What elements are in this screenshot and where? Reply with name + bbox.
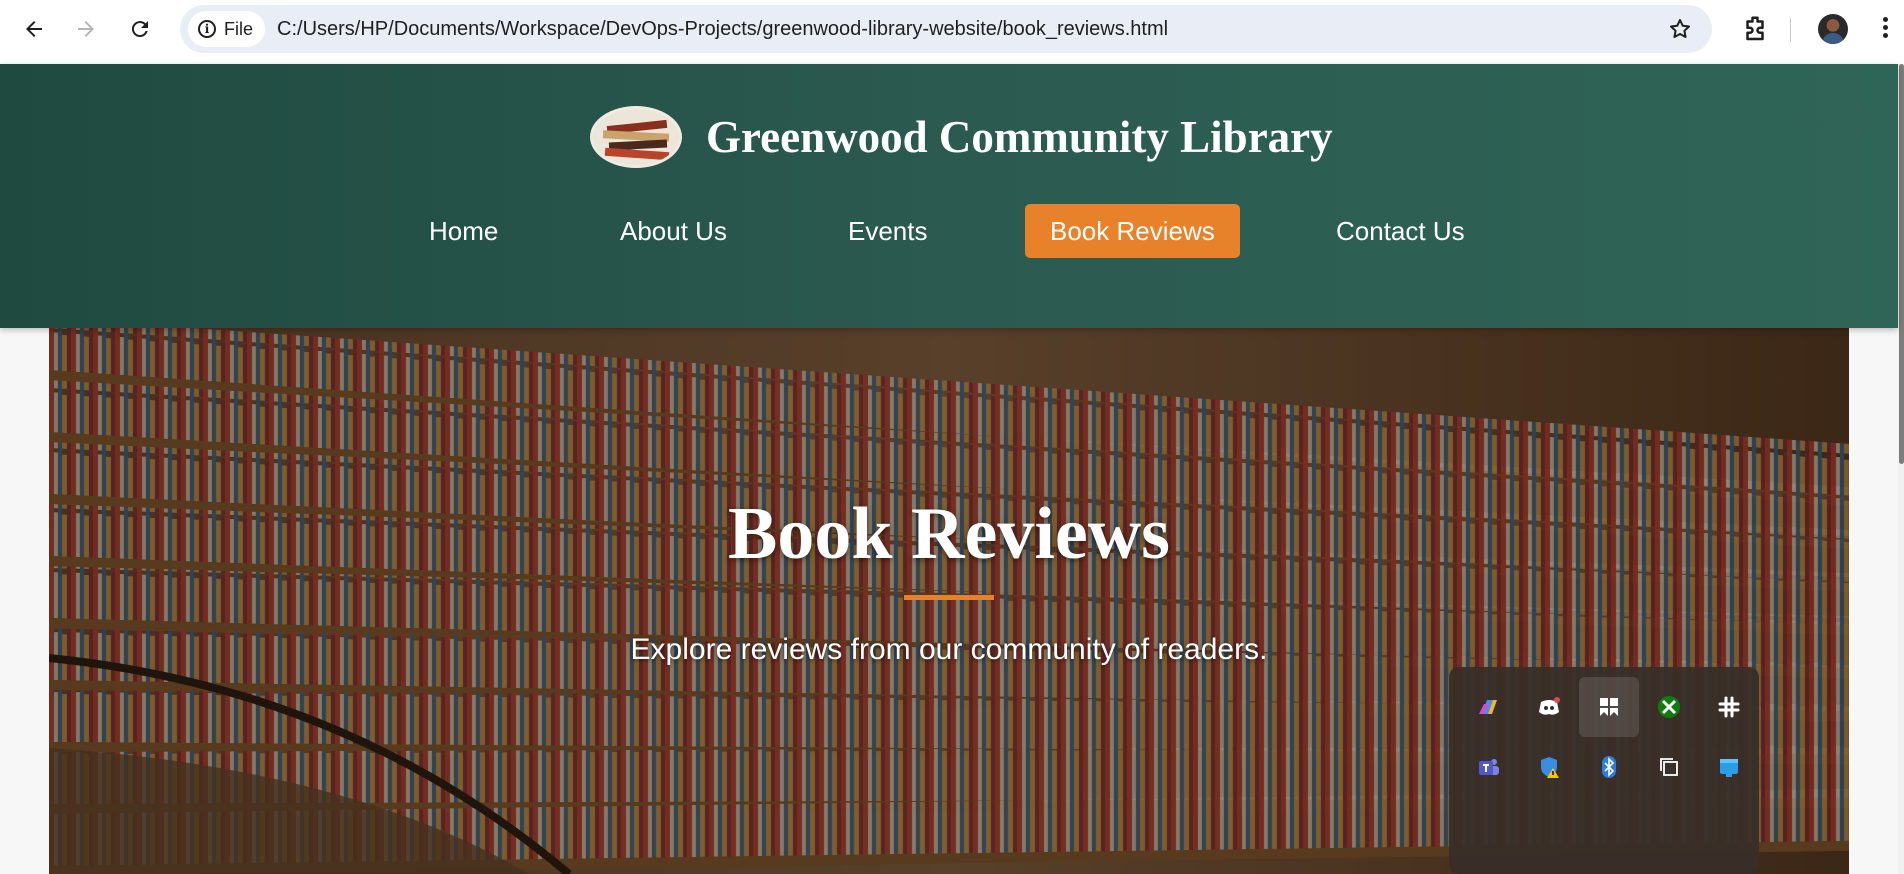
hero-title: Book Reviews [728, 493, 1170, 575]
nav-events[interactable]: Events [823, 204, 953, 258]
tray-security[interactable] [1519, 737, 1579, 797]
discord-icon [1539, 697, 1560, 715]
page-scrollbar[interactable] [1898, 64, 1904, 874]
tray-discord[interactable] [1519, 677, 1579, 737]
nav-about-us[interactable]: About Us [595, 204, 752, 258]
tray-copilot[interactable] [1459, 677, 1519, 737]
slack-icon [1718, 696, 1740, 718]
more-menu-icon[interactable] [1880, 14, 1890, 44]
task-view-icon [1660, 758, 1678, 776]
toolbar-divider [1790, 18, 1791, 42]
browser-toolbar: i File C:/Users/HP/Documents/Workspace/D… [0, 0, 1904, 64]
forward-button[interactable] [66, 9, 106, 49]
nav-contact-us[interactable]: Contact Us [1311, 204, 1490, 258]
main-nav: Home About Us Events Book Reviews Contac… [0, 204, 1898, 258]
site-chip-label: File [224, 18, 254, 39]
defender-warning-icon [1541, 757, 1559, 778]
site-header: Greenwood Community Library Home About U… [0, 64, 1898, 328]
reload-button[interactable] [120, 9, 160, 49]
tray-bluetooth[interactable] [1579, 737, 1639, 797]
back-arrow-icon [26, 21, 42, 37]
url-text[interactable]: C:/Users/HP/Documents/Workspace/DevOps-P… [277, 18, 1168, 41]
teams-icon [1479, 759, 1499, 775]
address-bar[interactable]: i File C:/Users/HP/Documents/Workspace/D… [180, 5, 1712, 53]
system-tray-overflow [1449, 667, 1759, 874]
tray-task-view[interactable] [1639, 737, 1699, 797]
nav-home[interactable]: Home [404, 204, 523, 258]
site-title: Greenwood Community Library [706, 112, 1333, 162]
hero-subtitle: Explore reviews from our community of re… [630, 633, 1268, 666]
tray-app[interactable] [1699, 737, 1759, 797]
info-icon: i [198, 20, 216, 38]
notion-icon [1600, 698, 1618, 716]
library-logo [590, 106, 682, 168]
copilot-icon [1479, 700, 1497, 714]
forward-arrow-icon [78, 21, 94, 37]
tray-slack[interactable] [1699, 677, 1759, 737]
app-tile-icon [1720, 759, 1738, 777]
tray-teams[interactable] [1459, 737, 1519, 797]
brand: Greenwood Community Library [590, 106, 1333, 168]
hero-title-underline [904, 595, 994, 600]
back-button[interactable] [14, 9, 54, 49]
extensions-puzzle-icon[interactable] [1740, 14, 1770, 44]
scrollbar-thumb[interactable] [1899, 64, 1904, 464]
tray-xbox[interactable] [1639, 677, 1699, 737]
xbox-icon [1658, 696, 1680, 718]
bluetooth-icon [1602, 756, 1616, 778]
profile-avatar[interactable] [1818, 14, 1848, 44]
nav-book-reviews[interactable]: Book Reviews [1025, 204, 1240, 258]
site-info-chip[interactable]: i File [188, 11, 266, 47]
tray-notion[interactable] [1579, 677, 1639, 737]
reload-icon [131, 21, 148, 38]
bookmark-star-icon[interactable] [1668, 17, 1692, 41]
